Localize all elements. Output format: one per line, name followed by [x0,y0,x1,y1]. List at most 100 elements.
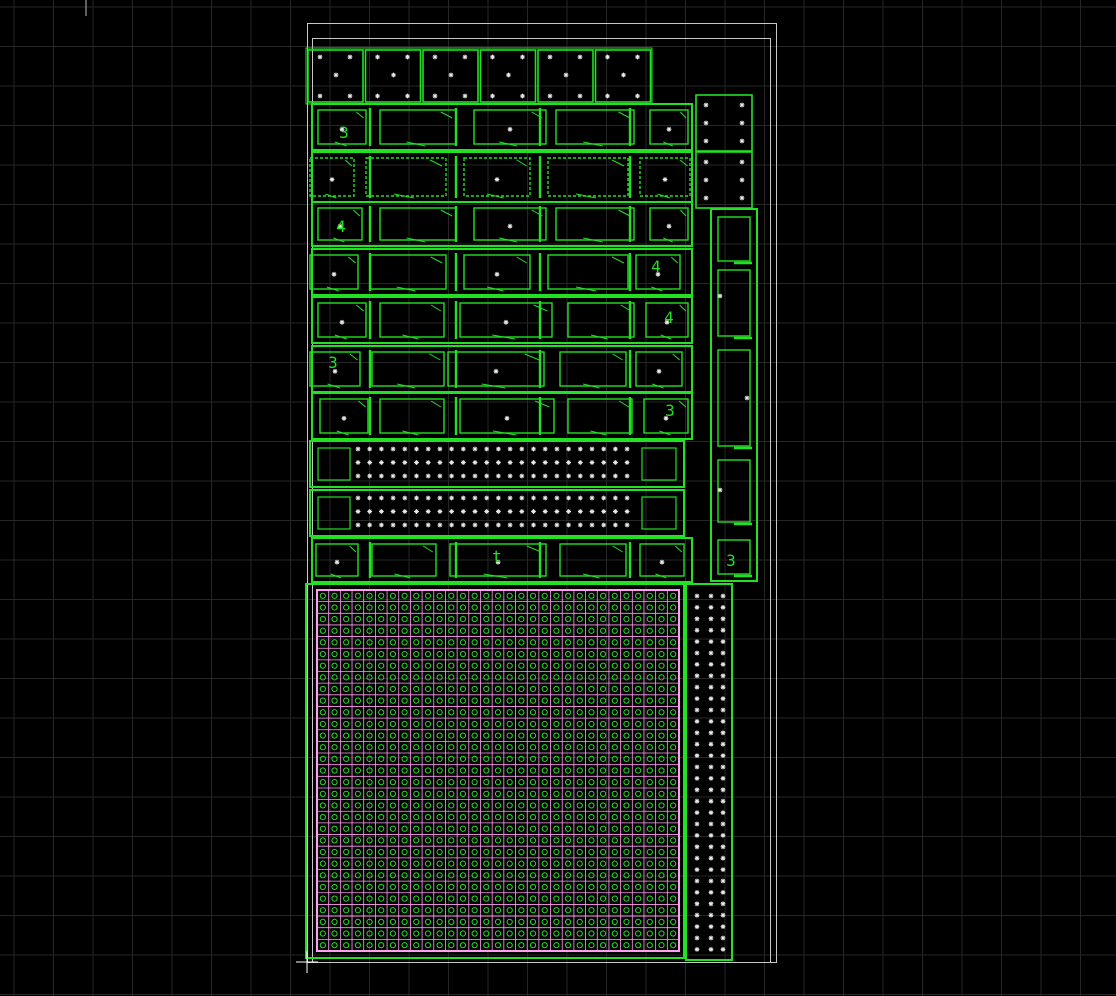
mesh-via [354,685,361,693]
mesh-via [366,813,373,821]
mesh-via [389,942,397,949]
strip-block[interactable] [717,269,751,337]
site-marker [720,650,726,656]
mesh-via [623,790,630,797]
macro-block[interactable] [555,109,635,145]
mesh-via [494,639,502,646]
io-pad-column[interactable] [685,583,733,961]
macro-block[interactable] [559,351,627,387]
mesh-via [343,895,350,902]
mesh-via [483,779,490,786]
strip-block[interactable] [717,216,751,262]
mesh-via [564,662,572,669]
macro-row[interactable] [311,537,693,583]
macro-block[interactable] [567,398,633,434]
mesh-via [448,639,455,646]
mesh-via [518,872,525,879]
macro-block[interactable] [547,254,629,290]
site-marker [367,522,373,528]
macro-row[interactable] [311,103,693,151]
macro-block[interactable] [567,302,635,338]
site-marker [720,833,726,838]
mesh-via [319,779,326,786]
macro-row[interactable] [309,248,693,296]
mesh-via [553,685,560,693]
macro-row[interactable] [311,201,693,247]
mesh-via [611,744,618,751]
mesh-via [611,639,618,646]
pad-row[interactable] [309,440,685,488]
macro-block[interactable] [463,157,531,197]
mesh-via [483,592,490,599]
mesh-via [611,872,618,879]
macro-block[interactable] [379,302,445,338]
mesh-via [448,942,455,949]
mesh-via [424,883,432,891]
mesh-via [378,895,385,902]
site-marker [703,159,709,165]
mesh-via [658,918,665,925]
site-marker [432,54,438,60]
mesh-via [576,604,583,611]
mesh-via [436,918,443,925]
site-marker [601,460,607,465]
macro-block[interactable] [379,109,457,145]
mesh-via [529,813,537,821]
macro-block[interactable] [369,254,447,290]
mesh-via [366,720,373,728]
macro-block[interactable] [379,398,445,434]
macro-row[interactable] [309,345,693,393]
mesh-via [611,662,618,669]
mesh-via [564,848,572,856]
macro-block[interactable] [555,207,635,241]
macro-block[interactable] [559,543,627,577]
site-marker [437,446,443,452]
mesh-via [366,697,373,704]
macro-block[interactable] [371,351,445,387]
mesh-via [459,650,467,658]
mesh-via [343,767,350,774]
mesh-via [670,930,677,937]
mesh-via [378,872,385,879]
mesh-via [331,592,338,599]
mesh-via [588,883,595,891]
macro-row[interactable] [309,151,693,203]
macro-block[interactable] [309,157,355,197]
strip-block[interactable] [717,459,751,523]
macro-block[interactable] [365,157,447,197]
chip-layout-drawing[interactable]: 4 4 4 3 3 3 t 3 [0,0,1116,996]
pad-row[interactable] [309,489,685,537]
macro-row[interactable] [311,296,693,344]
site-marker [694,798,700,804]
mesh-via [389,650,397,658]
mesh-via [646,802,653,809]
mesh-via [354,825,361,832]
layout-viewport[interactable]: 4 4 4 3 3 3 t 3 [0,0,1116,996]
mesh-via [343,883,350,891]
mesh-via [588,720,595,728]
macro-block[interactable] [547,157,629,197]
macro-block[interactable] [371,543,437,577]
site-marker [720,741,726,747]
macro-block[interactable] [379,207,457,241]
site-marker [460,473,466,479]
mesh-via [319,918,326,925]
macro-row[interactable] [311,392,693,440]
mesh-via [413,872,420,879]
site-marker [708,924,714,929]
mesh-via [518,802,525,809]
mesh-via [343,627,350,634]
mesh-via [599,825,607,832]
mesh-via [599,767,607,774]
mesh-via [343,720,350,728]
macro-block[interactable] [639,157,691,197]
mesh-via [343,825,350,832]
mesh-via [611,604,618,611]
mesh-via [401,616,408,623]
site-marker [484,495,490,501]
memory-mesh-array[interactable] [305,583,685,959]
mesh-via [588,779,595,786]
right-vertical-strip[interactable] [710,208,758,582]
mesh-via [401,860,408,867]
mesh-via [553,616,560,623]
